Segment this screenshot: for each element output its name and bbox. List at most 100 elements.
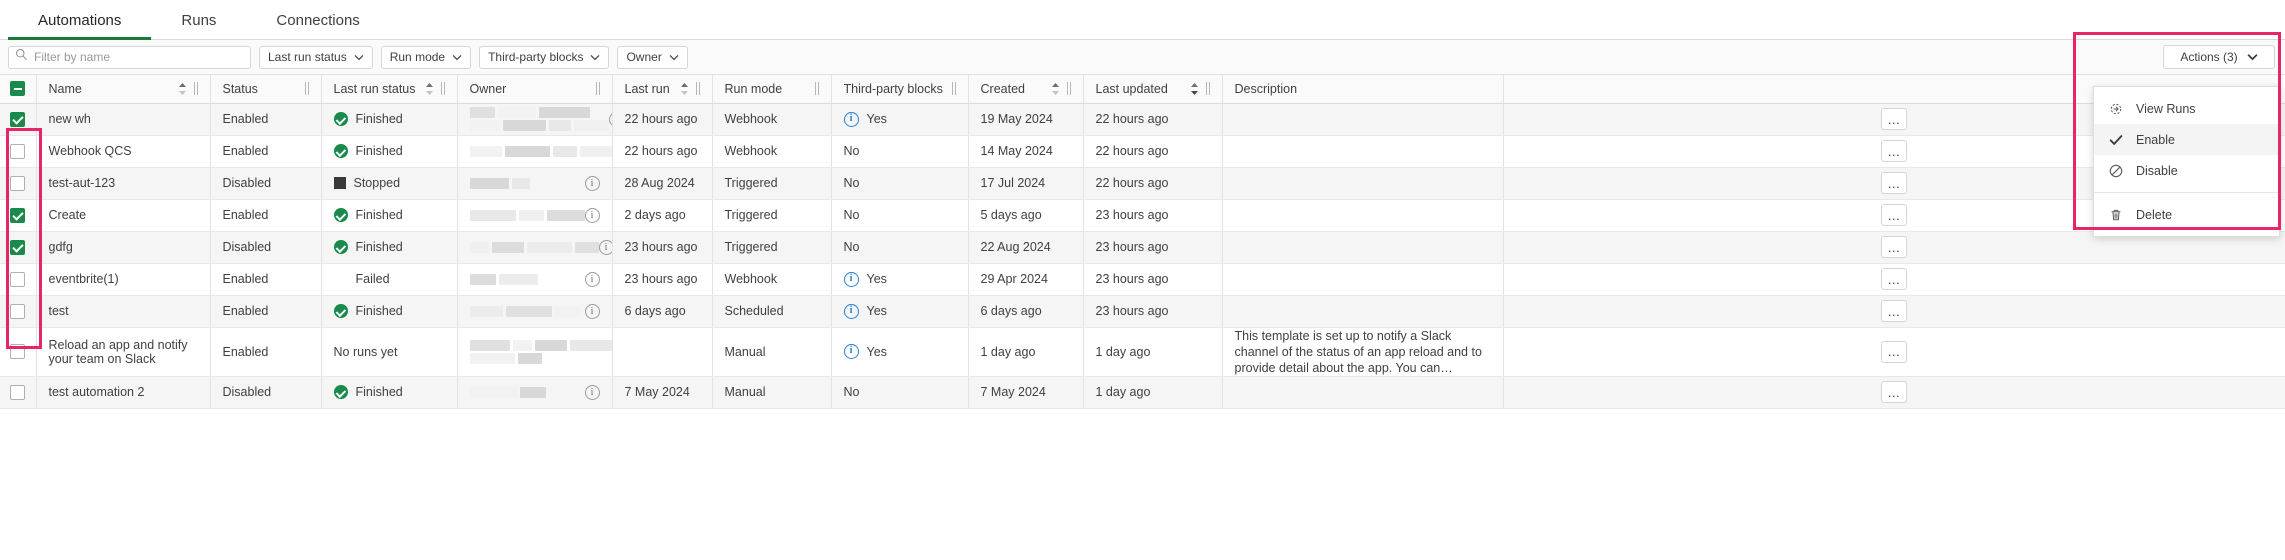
column-resize-handle[interactable]	[952, 82, 956, 95]
row-select-cell[interactable]	[0, 167, 36, 199]
row-actions-button[interactable]: …	[1881, 108, 1907, 130]
column-header-status[interactable]: Status	[210, 75, 321, 103]
row-actions-button[interactable]: …	[1881, 140, 1907, 162]
row-checkbox[interactable]	[10, 208, 25, 223]
sort-icon[interactable]	[425, 82, 434, 96]
row-select-cell[interactable]	[0, 231, 36, 263]
filter-third-party-blocks[interactable]: Third-party blocks	[479, 46, 609, 69]
column-header-name[interactable]: Name	[36, 75, 210, 103]
column-header-owner[interactable]: Owner	[457, 75, 612, 103]
table-row[interactable]: testEnabledFinishedi6 days agoScheduledi…	[0, 295, 2285, 327]
actions-button[interactable]: Actions (3)	[2163, 45, 2275, 69]
row-select-cell[interactable]	[0, 327, 36, 376]
column-resize-handle[interactable]	[194, 82, 198, 95]
info-icon[interactable]: i	[844, 344, 859, 359]
column-header-last-run[interactable]: Last run	[612, 75, 712, 103]
table-row[interactable]: new whEnabledFinishedi22 hours agoWebhoo…	[0, 103, 2285, 135]
filter-owner[interactable]: Owner	[617, 46, 687, 69]
row-select-cell[interactable]	[0, 199, 36, 231]
row-select-cell[interactable]	[0, 263, 36, 295]
actions-menu-item-disable[interactable]: Disable	[2094, 155, 2279, 186]
column-header-last-run-status[interactable]: Last run status	[321, 75, 457, 103]
cell-name[interactable]: test	[36, 295, 210, 327]
sort-icon[interactable]	[1051, 82, 1060, 96]
info-icon[interactable]: i	[844, 272, 859, 287]
column-resize-handle[interactable]	[815, 82, 819, 95]
sort-icon[interactable]	[680, 82, 689, 96]
row-checkbox[interactable]	[10, 144, 25, 159]
actions-dropdown-menu[interactable]: View RunsEnableDisable Delete	[2093, 86, 2280, 237]
row-select-cell[interactable]	[0, 103, 36, 135]
column-header-description[interactable]: Description	[1222, 75, 1503, 103]
row-actions-button[interactable]: …	[1881, 341, 1907, 363]
row-select-cell[interactable]	[0, 376, 36, 408]
actions-menu-item-delete[interactable]: Delete	[2094, 199, 2279, 230]
table-row[interactable]: eventbrite(1)Enabled!Failedi23 hours ago…	[0, 263, 2285, 295]
cell-name[interactable]: test automation 2	[36, 376, 210, 408]
select-all-header[interactable]	[0, 75, 36, 103]
row-select-cell[interactable]	[0, 135, 36, 167]
row-select-cell[interactable]	[0, 295, 36, 327]
info-icon[interactable]: i	[599, 240, 613, 255]
column-resize-handle[interactable]	[1067, 82, 1071, 95]
column-resize-handle[interactable]	[441, 82, 445, 95]
table-row[interactable]: Webhook QCSEnabledFinishedi22 hours agoW…	[0, 135, 2285, 167]
column-resize-handle[interactable]	[1206, 82, 1210, 95]
table-row[interactable]: test automation 2DisabledFinishedi7 May …	[0, 376, 2285, 408]
info-icon[interactable]: i	[585, 385, 600, 400]
search-input[interactable]	[34, 50, 244, 64]
row-checkbox[interactable]	[10, 344, 25, 359]
table-row[interactable]: gdfgDisabledFinishedi23 hours agoTrigger…	[0, 231, 2285, 263]
info-icon[interactable]: i	[585, 208, 600, 223]
actions-menu-item-enable[interactable]: Enable	[2094, 124, 2279, 155]
table-row[interactable]: test-aut-123DisabledStoppedi28 Aug 2024T…	[0, 167, 2285, 199]
column-header-run-mode[interactable]: Run mode	[712, 75, 831, 103]
cell-name[interactable]: gdfg	[36, 231, 210, 263]
actions-menu-item-view-runs[interactable]: View Runs	[2094, 93, 2279, 124]
column-header-last-updated[interactable]: Last updated	[1083, 75, 1222, 103]
table-row[interactable]: CreateEnabledFinishedi2 days agoTriggere…	[0, 199, 2285, 231]
row-actions-button[interactable]: …	[1881, 381, 1907, 403]
cell-name[interactable]: new wh	[36, 103, 210, 135]
row-checkbox[interactable]	[10, 385, 25, 400]
info-icon[interactable]: i	[844, 304, 859, 319]
row-checkbox[interactable]	[10, 176, 25, 191]
search-box[interactable]	[8, 46, 251, 69]
info-icon[interactable]: i	[585, 304, 600, 319]
row-checkbox[interactable]	[10, 304, 25, 319]
column-resize-handle[interactable]	[696, 82, 700, 95]
column-resize-handle[interactable]	[305, 82, 309, 95]
sort-icon[interactable]	[1190, 82, 1199, 96]
row-actions-button[interactable]: …	[1881, 236, 1907, 258]
tab-runs[interactable]: Runs	[151, 13, 246, 39]
row-actions-button[interactable]: …	[1881, 268, 1907, 290]
cell-name[interactable]: Create	[36, 199, 210, 231]
filter-run-mode[interactable]: Run mode	[381, 46, 471, 69]
row-actions-button[interactable]: …	[1881, 204, 1907, 226]
filter-last-run-status[interactable]: Last run status	[259, 46, 373, 69]
column-header-created[interactable]: Created	[968, 75, 1083, 103]
row-checkbox[interactable]	[10, 240, 25, 255]
info-icon[interactable]: i	[585, 272, 600, 287]
tab-automations[interactable]: Automations	[8, 13, 151, 39]
cell-row-actions[interactable]: …	[1503, 327, 2285, 376]
column-header-third-party-blocks[interactable]: Third-party blocks	[831, 75, 968, 103]
tab-connections[interactable]: Connections	[246, 13, 389, 39]
sort-icon[interactable]	[178, 82, 187, 96]
cell-name[interactable]: eventbrite(1)	[36, 263, 210, 295]
info-icon[interactable]: i	[585, 176, 600, 191]
row-actions-button[interactable]: …	[1881, 300, 1907, 322]
cell-name[interactable]: Reload an app and notify your team on Sl…	[36, 327, 210, 376]
select-all-checkbox[interactable]	[10, 81, 25, 96]
row-checkbox[interactable]	[10, 112, 25, 127]
table-row[interactable]: Reload an app and notify your team on Sl…	[0, 327, 2285, 376]
column-resize-handle[interactable]	[596, 82, 600, 95]
info-icon[interactable]: i	[609, 112, 613, 127]
row-checkbox[interactable]	[10, 272, 25, 287]
cell-row-actions[interactable]: …	[1503, 295, 2285, 327]
info-icon[interactable]: i	[844, 112, 859, 127]
cell-name[interactable]: Webhook QCS	[36, 135, 210, 167]
cell-row-actions[interactable]: …	[1503, 263, 2285, 295]
cell-row-actions[interactable]: …	[1503, 376, 2285, 408]
row-actions-button[interactable]: …	[1881, 172, 1907, 194]
